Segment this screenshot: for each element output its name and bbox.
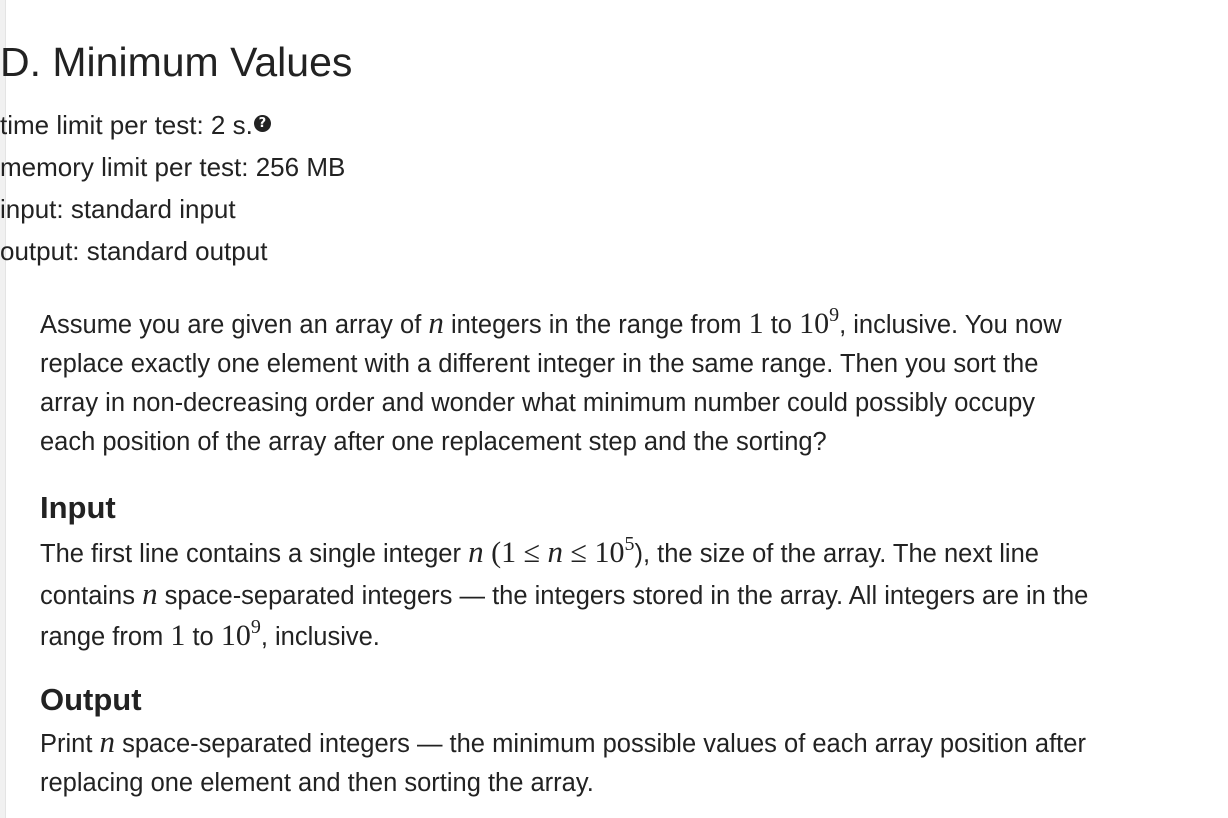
statement-line: each position of the array after one rep… [40,428,827,456]
output-line: Print n space-separated integers — the m… [40,722,1215,764]
statement-text: to [763,311,800,339]
problem-title: D. Minimum Values [0,39,353,85]
output-text: space-separated integers — the minimum p… [115,730,1086,758]
input-heading: Input [40,490,116,525]
math-number: 1 [748,307,764,340]
input-line: range from 1 to 109, inclusive. [40,616,1215,657]
time-limit-text: time limit per test: 2 s. [0,110,253,140]
math-var: n [99,724,116,759]
statement-line: array in non-decreasing order and wonder… [40,389,1035,417]
input-text: to [185,623,221,651]
math-exponent: 9 [250,616,261,638]
math-var: n [547,534,564,569]
input-text: space-separated integers — the integers … [157,582,1089,610]
math-paren: ( [483,536,502,569]
output-file: output: standard output [0,236,268,266]
problem-statement: Assume you are given an array of n integ… [40,303,1215,462]
input-text: range from [40,623,171,651]
math-number: 10 [594,536,625,569]
help-icon[interactable]: ? [253,115,271,132]
input-text: , inclusive. [260,623,380,651]
statement-line: Assume you are given an array of n integ… [40,303,1215,345]
time-limit: time limit per test: 2 s.? [0,110,1228,140]
input-line: The first line contains a single integer… [40,532,1215,574]
math-var: n [428,305,444,340]
input-file: input: standard input [0,194,236,224]
input-description: The first line contains a single integer… [40,532,1215,657]
statement-text: integers in the range from [443,311,749,339]
math-number: 1 [170,619,186,652]
math-var: n [142,576,158,611]
statement-text: Assume you are given an array of [40,311,429,339]
statement-text: , inclusive. You now [839,311,1062,339]
input-text: The first line contains a single integer [40,540,469,568]
statement-line: replace exactly one element with a diffe… [40,350,1039,378]
math-leq: ≤ [563,536,595,569]
math-var: n [468,534,484,569]
math-leq: ≤ [516,536,548,569]
input-line: contains n space-separated integers — th… [40,574,1215,616]
input-text: ), the size of the array. The next line [634,540,1039,568]
memory-limit: memory limit per test: 256 MB [0,152,346,182]
math-number: 1 [501,536,517,569]
output-line: replacing one element and then sorting t… [40,769,594,797]
math-exponent: 5 [624,533,635,555]
math-number: 10 [799,307,830,340]
output-text: Print [40,730,100,758]
output-description: Print n space-separated integers — the m… [40,722,1215,803]
input-text: contains [40,582,143,610]
output-heading: Output [40,682,142,717]
math-number: 10 [220,619,251,652]
math-exponent: 9 [829,304,840,326]
